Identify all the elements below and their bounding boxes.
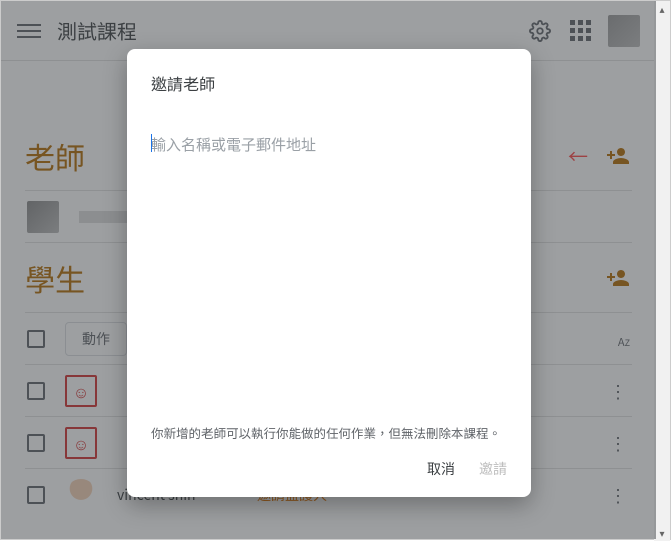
cancel-button[interactable]: 取消 (427, 459, 455, 479)
dialog-title: 邀請老師 (151, 71, 507, 95)
text-caret (151, 134, 152, 152)
dialog-input-wrap (151, 131, 507, 159)
scroll-up-icon[interactable]: ▴ (659, 1, 664, 17)
dialog-actions: 取消 邀請 (151, 459, 507, 485)
invite-button[interactable]: 邀請 (479, 459, 507, 479)
dialog-note: 你新增的老師可以執行你能做的任何作業，但無法刪除本課程。 (151, 424, 507, 443)
outer-scrollbar[interactable]: ▴ ▾ (654, 1, 670, 541)
invite-teacher-dialog: 邀請老師 你新增的老師可以執行你能做的任何作業，但無法刪除本課程。 取消 邀請 (127, 49, 531, 497)
recipient-input[interactable] (151, 133, 350, 159)
scroll-down-icon[interactable]: ▾ (659, 525, 664, 541)
viewport: 測試課程 老師 ← (1, 1, 656, 539)
